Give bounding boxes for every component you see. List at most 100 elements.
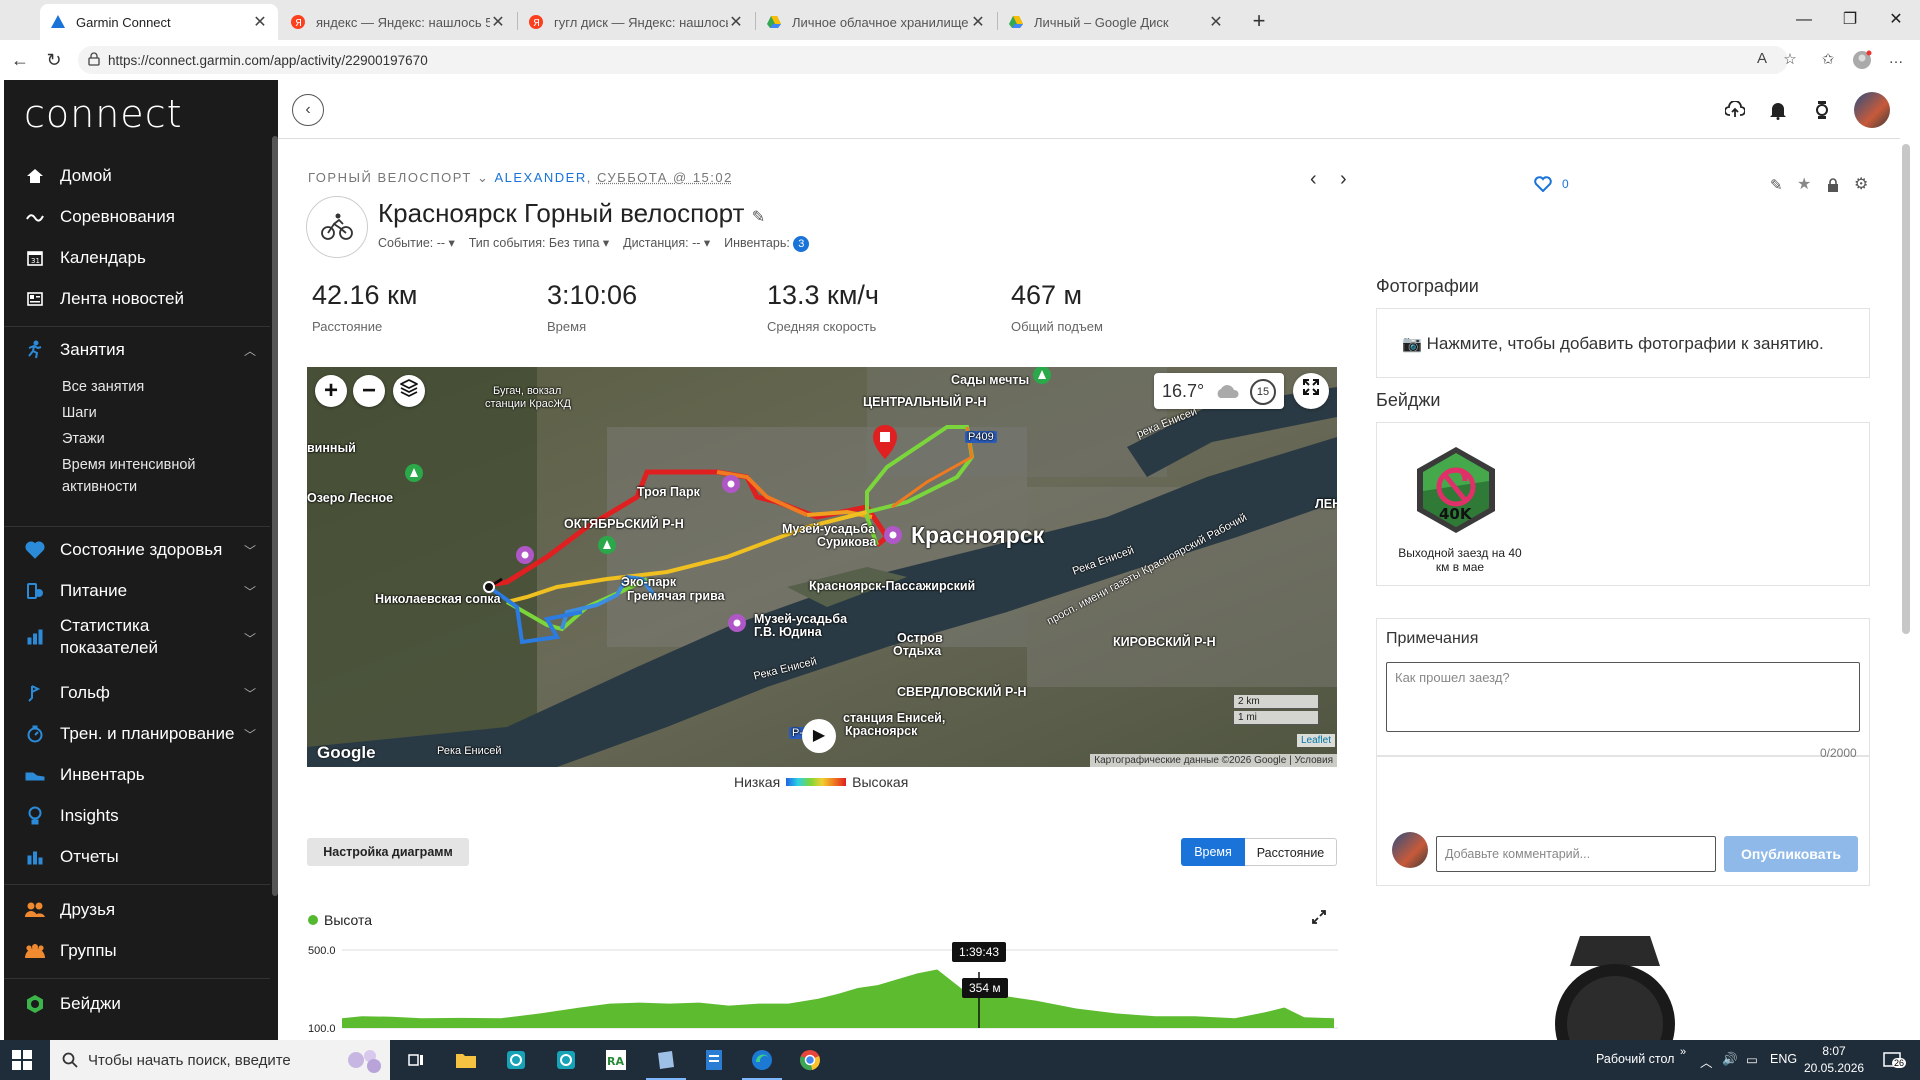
fullscreen-button[interactable]: [1293, 373, 1329, 409]
profile-icon[interactable]: [1852, 50, 1872, 70]
app-icon-ra[interactable]: RA: [602, 1046, 630, 1074]
reload-icon[interactable]: ↻: [42, 48, 66, 72]
elevation-chart[interactable]: 500.0 100.0 1:39:43 354 м: [308, 942, 1338, 1035]
chevron-down-icon[interactable]: ⌄: [477, 170, 489, 185]
more-icon[interactable]: …: [1886, 50, 1906, 70]
weather-widget[interactable]: 16.7° 15: [1154, 373, 1284, 409]
close-icon[interactable]: ✕: [1208, 12, 1224, 32]
desktop-toolbar-label[interactable]: Рабочий стол: [1596, 1052, 1674, 1066]
window-close-icon[interactable]: ✕: [1874, 4, 1918, 36]
sidebar-item-home[interactable]: Домой: [4, 156, 270, 196]
close-icon[interactable]: ✕: [728, 12, 744, 32]
favorites-icon[interactable]: ✩: [1818, 50, 1838, 70]
tab-google-drive[interactable]: Личный – Google Диск ✕: [998, 4, 1234, 40]
toggle-distance[interactable]: Расстояние: [1245, 838, 1337, 866]
network-icon[interactable]: ▭: [1746, 1052, 1758, 1067]
sidebar-item-nutrition[interactable]: Питание ﹀: [4, 571, 270, 611]
chevron-up-icon[interactable]: ︿: [244, 342, 256, 359]
zoom-in-button[interactable]: +: [315, 375, 347, 407]
star-icon[interactable]: ☆: [1780, 50, 1800, 70]
sidebar-subitem-intensity-minutes[interactable]: Время интенсивной активности: [62, 454, 262, 498]
close-icon[interactable]: ✕: [970, 12, 986, 32]
chevron-down-icon[interactable]: ﹀: [244, 542, 256, 559]
event-select[interactable]: Событие: -- ▾: [378, 236, 455, 250]
connect-logo[interactable]: connect: [24, 92, 182, 136]
sidebar-subitem-all-activities[interactable]: Все занятия: [62, 376, 262, 398]
lock-icon[interactable]: [1827, 178, 1839, 197]
star-icon[interactable]: ★: [1797, 174, 1811, 194]
activity-type-link[interactable]: ГОРНЫЙ ВЕЛОСПОРТ: [308, 170, 472, 185]
chevron-down-icon[interactable]: ﹀: [244, 685, 256, 702]
app-icon-document[interactable]: [700, 1046, 728, 1074]
sidebar-item-calendar[interactable]: 31 Календарь: [4, 238, 270, 278]
task-view-icon[interactable]: [402, 1046, 430, 1074]
notifications-icon[interactable]: 26: [1882, 1050, 1907, 1073]
app-icon-teal-1[interactable]: [502, 1046, 530, 1074]
sidebar-subitem-steps[interactable]: Шаги: [62, 402, 262, 424]
activity-map[interactable]: Сады мечты Бугач, вокзал станции КрасЖД …: [307, 367, 1337, 767]
publish-button[interactable]: Опубликовать: [1724, 836, 1858, 872]
sidebar-item-golf[interactable]: Гольф ﹀: [4, 673, 270, 713]
activity-title[interactable]: Красноярск Горный велоспорт ✎: [378, 198, 765, 229]
watch-icon[interactable]: [1810, 98, 1834, 122]
gear-link[interactable]: Инвентарь: 3: [724, 236, 810, 252]
user-link[interactable]: ALEXANDER: [494, 170, 586, 185]
restore-icon[interactable]: ❐: [1828, 4, 1872, 36]
app-icon-notepad[interactable]: [646, 1046, 686, 1080]
url-field[interactable]: https://connect.garmin.com/app/activity/…: [78, 46, 1788, 74]
back-button[interactable]: ‹: [292, 94, 324, 126]
read-aloud-icon[interactable]: A: [1752, 50, 1772, 70]
sidebar-item-training[interactable]: Трен. и планирование ﹀: [4, 714, 270, 754]
new-tab-button[interactable]: +: [1244, 6, 1274, 36]
user-avatar[interactable]: [1854, 92, 1890, 128]
taskbar-search[interactable]: Чтобы начать поиск, введите: [50, 1040, 390, 1080]
chevron-down-icon[interactable]: ﹀: [244, 726, 256, 743]
taskbar-clock[interactable]: 8:07 20.05.2026: [1804, 1043, 1864, 1077]
sidebar-item-reports[interactable]: Отчеты: [4, 837, 270, 877]
chevron-down-icon[interactable]: ﹀: [244, 630, 256, 647]
language-indicator[interactable]: ENG: [1770, 1052, 1797, 1066]
minimize-icon[interactable]: —: [1782, 4, 1826, 36]
like-button[interactable]: 0: [1534, 176, 1569, 192]
zoom-out-button[interactable]: −: [353, 375, 385, 407]
app-icon-teal-2[interactable]: [552, 1046, 580, 1074]
gear-icon[interactable]: ⚙: [1854, 174, 1868, 194]
bell-icon[interactable]: [1766, 98, 1790, 122]
edge-browser-icon[interactable]: [742, 1046, 782, 1080]
volume-icon[interactable]: 🔊: [1722, 1052, 1738, 1067]
sidebar-item-activities[interactable]: Занятия ︿: [4, 330, 270, 370]
chevron-down-icon[interactable]: ﹀: [244, 583, 256, 600]
chrome-icon[interactable]: [796, 1046, 824, 1074]
sidebar-item-groups[interactable]: Группы: [4, 931, 270, 971]
chevron-right-icon[interactable]: »: [1680, 1046, 1686, 1058]
comment-input[interactable]: Добавьте комментарий...: [1436, 836, 1716, 872]
upload-icon[interactable]: [1723, 98, 1747, 122]
sidebar-item-friends[interactable]: Друзья: [4, 890, 270, 930]
back-arrow-icon[interactable]: ←: [8, 48, 32, 72]
sidebar-item-health[interactable]: Состояние здоровья ﹀: [4, 530, 270, 570]
leaflet-link[interactable]: Leaflet: [1296, 734, 1335, 747]
sidebar-subitem-floors[interactable]: Этажи: [62, 428, 262, 450]
sidebar-item-insights[interactable]: Insights: [4, 796, 270, 836]
next-activity-icon[interactable]: ›: [1340, 168, 1347, 191]
sidebar-item-badges[interactable]: Бейджи: [4, 984, 270, 1024]
event-type-select[interactable]: Тип события: Без типа ▾: [469, 236, 609, 250]
distance-select[interactable]: Дистанция: -- ▾: [623, 236, 710, 250]
terms-link[interactable]: Условия: [1294, 755, 1333, 766]
toggle-time[interactable]: Время: [1181, 838, 1245, 866]
sidebar-item-statistics[interactable]: Статистика показателей ﹀: [4, 614, 270, 660]
tab-cloud-storage[interactable]: Личное облачное хранилище и ✕: [756, 4, 996, 40]
windows-start-icon[interactable]: [12, 1050, 32, 1070]
chart-settings-button[interactable]: Настройка диаграмм: [307, 838, 469, 866]
sidebar-item-competitions[interactable]: Соревнования: [4, 197, 270, 237]
sidebar-item-newsfeed[interactable]: Лента новостей: [4, 279, 270, 319]
play-route-button[interactable]: ▶: [802, 719, 836, 753]
tab-garmin-connect[interactable]: Garmin Connect ✕: [40, 4, 278, 40]
tab-yandex-1[interactable]: Я яндекс — Яндекс: нашлось 5 млн ✕: [280, 4, 516, 40]
sidebar-item-gear[interactable]: Инвентарь: [4, 755, 270, 795]
add-photos-prompt[interactable]: 📷 Нажмите, чтобы добавить фотографии к з…: [1402, 334, 1824, 354]
prev-activity-icon[interactable]: ‹: [1310, 168, 1317, 191]
notes-textarea[interactable]: Как прошел заезд?: [1386, 662, 1860, 732]
close-icon[interactable]: ✕: [252, 12, 268, 32]
file-explorer-icon[interactable]: [452, 1046, 480, 1074]
